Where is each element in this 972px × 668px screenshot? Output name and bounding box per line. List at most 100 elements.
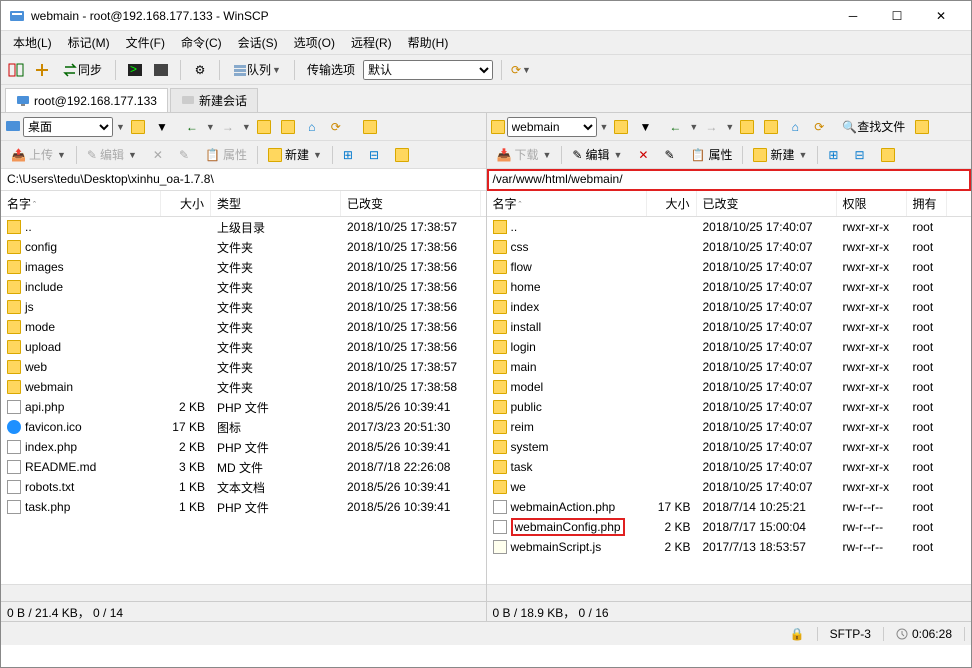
remote-root-folder-icon[interactable] xyxy=(760,116,782,138)
local-fwd-icon[interactable]: → xyxy=(217,116,239,138)
table-row[interactable]: favicon.ico17 KB图标2017/3/23 20:51:30 xyxy=(1,417,486,437)
menu-item-5[interactable]: 选项(O) xyxy=(286,30,343,55)
remote-col-owner[interactable]: 拥有 xyxy=(907,191,947,216)
remote-props-button[interactable]: 📋属性 xyxy=(685,144,739,166)
table-row[interactable]: robots.txt1 KB文本文档2018/5/26 10:39:41 xyxy=(1,477,486,497)
table-row[interactable]: webmain文件夹2018/10/25 17:38:58 xyxy=(1,377,486,397)
remote-fwd-icon[interactable]: → xyxy=(700,116,722,138)
table-row[interactable]: ..2018/10/25 17:40:07rwxr-xr-xroot xyxy=(487,217,972,237)
local-col-size[interactable]: 大小 xyxy=(161,191,211,216)
remote-filelist[interactable]: 名字ˆ 大小 已改变 权限 拥有 ..2018/10/25 17:40:07rw… xyxy=(487,191,972,584)
local-edit-button[interactable]: ✎编辑▼ xyxy=(81,144,143,166)
remote-new-button[interactable]: 新建▼ xyxy=(747,144,813,166)
maximize-button[interactable]: ☐ xyxy=(875,2,919,30)
menu-item-1[interactable]: 标记(M) xyxy=(60,30,118,55)
table-row[interactable]: images文件夹2018/10/25 17:38:56 xyxy=(1,257,486,277)
local-home-icon[interactable]: ⌂ xyxy=(301,116,323,138)
remote-refresh-icon[interactable]: ⟳ xyxy=(808,116,830,138)
sync-compare-icon[interactable] xyxy=(5,59,27,81)
upload-button[interactable]: 📤上传▼ xyxy=(5,144,72,166)
menu-item-3[interactable]: 命令(C) xyxy=(173,30,230,55)
table-row[interactable]: webmainScript.js2 KB2017/7/13 18:53:57rw… xyxy=(487,537,972,557)
console-icon[interactable] xyxy=(150,59,172,81)
remote-col-perm[interactable]: 权限 xyxy=(837,191,907,216)
queue-icon[interactable]: 队列▼ xyxy=(228,59,286,81)
local-new-button[interactable]: 新建▼ xyxy=(262,144,328,166)
local-back-icon[interactable]: ← xyxy=(181,116,203,138)
table-row[interactable]: webmainAction.php17 KB2018/7/14 10:25:21… xyxy=(487,497,972,517)
remote-minus-icon[interactable]: ⊟ xyxy=(848,144,870,166)
local-col-changed[interactable]: 已改变 xyxy=(341,191,481,216)
menu-item-0[interactable]: 本地(L) xyxy=(5,30,60,55)
table-row[interactable]: web文件夹2018/10/25 17:38:57 xyxy=(1,357,486,377)
table-row[interactable]: login2018/10/25 17:40:07rwxr-xr-xroot xyxy=(487,337,972,357)
table-row[interactable]: flow2018/10/25 17:40:07rwxr-xr-xroot xyxy=(487,257,972,277)
table-row[interactable]: index.php2 KBPHP 文件2018/5/26 10:39:41 xyxy=(1,437,486,457)
remote-up-folder-icon[interactable] xyxy=(736,116,758,138)
menu-item-7[interactable]: 帮助(H) xyxy=(400,30,457,55)
local-bookmark-icon[interactable] xyxy=(359,116,381,138)
remote-back-icon[interactable]: ← xyxy=(664,116,686,138)
table-row[interactable]: home2018/10/25 17:40:07rwxr-xr-xroot xyxy=(487,277,972,297)
local-rename-icon[interactable]: ✎ xyxy=(173,144,195,166)
sync-browse-icon[interactable] xyxy=(31,59,53,81)
minimize-button[interactable]: ─ xyxy=(831,2,875,30)
remote-find-button[interactable]: 🔍查找文件 xyxy=(838,116,909,138)
remote-open-icon[interactable] xyxy=(610,116,632,138)
local-col-type[interactable]: 类型 xyxy=(211,191,341,216)
remote-path[interactable]: /var/www/html/webmain/ xyxy=(487,169,972,191)
new-session-tab[interactable]: 新建会话 xyxy=(170,88,258,112)
menu-item-6[interactable]: 远程(R) xyxy=(343,30,400,55)
local-drive-select[interactable]: 桌面 xyxy=(23,117,113,137)
menu-item-4[interactable]: 会话(S) xyxy=(230,30,286,55)
terminal-icon[interactable]: > xyxy=(124,59,146,81)
remote-drive-select[interactable]: webmain xyxy=(507,117,597,137)
table-row[interactable]: ..上级目录2018/10/25 17:38:57 xyxy=(1,217,486,237)
local-open-icon[interactable] xyxy=(127,116,149,138)
table-row[interactable]: css2018/10/25 17:40:07rwxr-xr-xroot xyxy=(487,237,972,257)
table-row[interactable]: model2018/10/25 17:40:07rwxr-xr-xroot xyxy=(487,377,972,397)
table-row[interactable]: we2018/10/25 17:40:07rwxr-xr-xroot xyxy=(487,477,972,497)
session-tab-active[interactable]: root@192.168.177.133 xyxy=(5,88,168,112)
remote-col-changed[interactable]: 已改变 xyxy=(697,191,837,216)
remote-scrollbar[interactable] xyxy=(487,584,972,601)
remote-delete-icon[interactable]: ✕ xyxy=(632,144,654,166)
remote-browse-icon[interactable] xyxy=(875,144,901,166)
local-plus-icon[interactable]: ⊞ xyxy=(337,144,359,166)
table-row[interactable]: upload文件夹2018/10/25 17:38:56 xyxy=(1,337,486,357)
table-row[interactable]: index2018/10/25 17:40:07rwxr-xr-xroot xyxy=(487,297,972,317)
local-root-folder-icon[interactable] xyxy=(277,116,299,138)
local-browse-icon[interactable] xyxy=(389,144,415,166)
remote-plus-icon[interactable]: ⊞ xyxy=(822,144,844,166)
remote-col-name[interactable]: 名字ˆ xyxy=(487,191,647,216)
table-row[interactable]: install2018/10/25 17:40:07rwxr-xr-xroot xyxy=(487,317,972,337)
remote-edit-button[interactable]: ✎编辑▼ xyxy=(566,144,628,166)
remote-rename-icon[interactable]: ✎ xyxy=(658,144,680,166)
local-scrollbar[interactable] xyxy=(1,584,486,601)
local-refresh-icon[interactable]: ⟳ xyxy=(325,116,347,138)
local-props-button[interactable]: 📋属性 xyxy=(199,144,253,166)
remote-bookmark-icon[interactable] xyxy=(911,116,933,138)
menu-item-2[interactable]: 文件(F) xyxy=(118,30,173,55)
download-button[interactable]: 📥下载▼ xyxy=(491,144,558,166)
table-row[interactable]: mode文件夹2018/10/25 17:38:56 xyxy=(1,317,486,337)
table-row[interactable]: task2018/10/25 17:40:07rwxr-xr-xroot xyxy=(487,457,972,477)
table-row[interactable]: task.php1 KBPHP 文件2018/5/26 10:39:41 xyxy=(1,497,486,517)
table-row[interactable]: main2018/10/25 17:40:07rwxr-xr-xroot xyxy=(487,357,972,377)
settings-icon[interactable]: ⚙ xyxy=(189,59,211,81)
local-filelist[interactable]: 名字ˆ 大小 类型 已改变 ..上级目录2018/10/25 17:38:57c… xyxy=(1,191,486,584)
local-filter-icon[interactable]: ▼ xyxy=(151,116,173,138)
local-delete-icon[interactable]: ✕ xyxy=(147,144,169,166)
transfer-select[interactable]: 默认 xyxy=(363,60,493,80)
table-row[interactable]: reim2018/10/25 17:40:07rwxr-xr-xroot xyxy=(487,417,972,437)
remote-col-size[interactable]: 大小 xyxy=(647,191,697,216)
table-row[interactable]: system2018/10/25 17:40:07rwxr-xr-xroot xyxy=(487,437,972,457)
close-button[interactable]: ✕ xyxy=(919,2,963,30)
table-row[interactable]: js文件夹2018/10/25 17:38:56 xyxy=(1,297,486,317)
table-row[interactable]: README.md3 KBMD 文件2018/7/18 22:26:08 xyxy=(1,457,486,477)
table-row[interactable]: api.php2 KBPHP 文件2018/5/26 10:39:41 xyxy=(1,397,486,417)
table-row[interactable]: include文件夹2018/10/25 17:38:56 xyxy=(1,277,486,297)
remote-home-icon[interactable]: ⌂ xyxy=(784,116,806,138)
local-path[interactable]: C:\Users\tedu\Desktop\xinhu_oa-1.7.8\ xyxy=(1,169,486,191)
table-row[interactable]: config文件夹2018/10/25 17:38:56 xyxy=(1,237,486,257)
